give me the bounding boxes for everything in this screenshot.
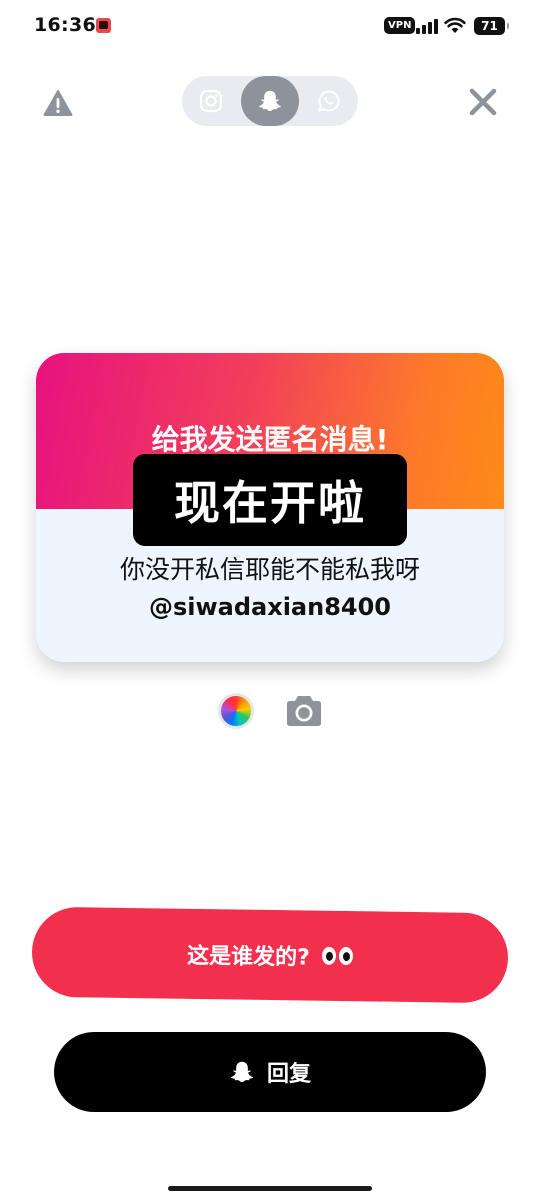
reply-label: 回复	[266, 1062, 311, 1087]
share-whatsapp-option[interactable]	[300, 76, 358, 126]
cellular-signal-icon	[416, 18, 438, 34]
snapchat-ghost-icon	[231, 1061, 253, 1083]
wifi-icon	[444, 17, 466, 33]
home-indicator[interactable]	[168, 1186, 372, 1191]
share-snapchat-option[interactable]	[241, 76, 299, 126]
share-platform-switcher	[182, 76, 358, 126]
share-instagram-option[interactable]	[182, 76, 240, 126]
status-time: 16:36	[34, 14, 96, 36]
battery-indicator: 71	[474, 17, 509, 35]
card-title: 给我发送匿名消息!	[151, 423, 389, 456]
card-message: 你没开私信耶能不能私我呀	[119, 555, 420, 584]
anonymous-message-card: 给我发送匿名消息! 现在开啦 你没开私信耶能不能私我呀 @siwadaxian8…	[36, 353, 504, 662]
who-sent-this-label: 这是谁发的?	[186, 943, 311, 971]
report-warning-icon[interactable]	[43, 89, 73, 117]
status-bar: 16:36 VPN 71	[0, 0, 540, 52]
snapchat-ghost-icon	[259, 90, 281, 112]
vpn-badge: VPN	[384, 17, 416, 34]
whatsapp-icon	[318, 90, 340, 112]
camera-icon[interactable]	[285, 692, 323, 728]
close-icon[interactable]	[467, 86, 499, 118]
who-sent-this-button[interactable]: 这是谁发的?	[31, 906, 509, 1004]
instagram-icon	[199, 89, 223, 113]
eyes-icon	[321, 946, 353, 966]
color-picker-button[interactable]	[218, 693, 254, 729]
app-notification-icon	[96, 18, 111, 33]
card-highlight-text: 现在开啦	[133, 454, 407, 546]
card-username: @siwadaxian8400	[148, 593, 392, 621]
reply-button[interactable]: 回复	[54, 1032, 486, 1112]
